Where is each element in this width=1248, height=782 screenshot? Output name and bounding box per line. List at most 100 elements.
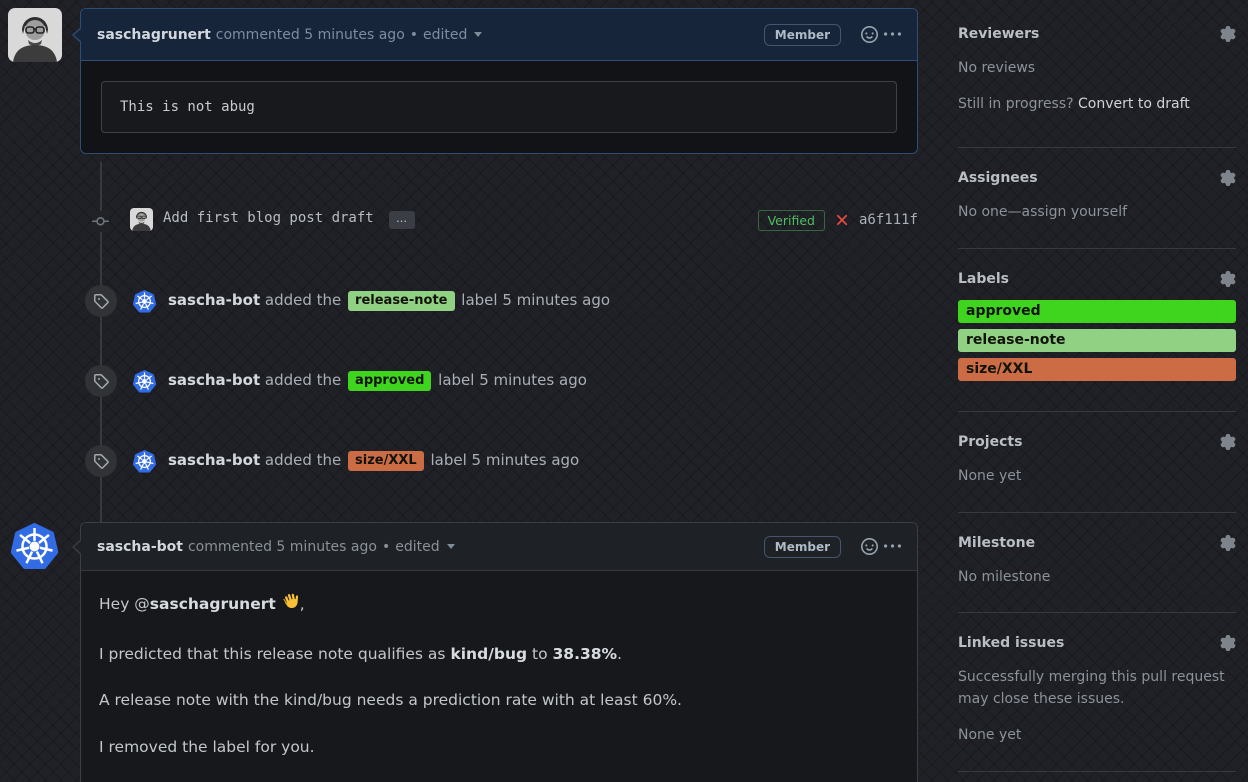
edited-dropdown[interactable]: edited bbox=[423, 27, 467, 43]
gear-icon[interactable] bbox=[1220, 635, 1236, 652]
comment-caret bbox=[72, 27, 82, 43]
event-author-link[interactable]: sascha-bot bbox=[168, 451, 260, 469]
label-event-row: sascha-bot added the approved label 5 mi… bbox=[80, 364, 918, 398]
gear-icon[interactable] bbox=[1220, 26, 1236, 42]
section-title: Projects bbox=[958, 434, 1023, 451]
commit-author-avatar[interactable] bbox=[130, 208, 153, 231]
edited-dropdown[interactable]: edited bbox=[395, 539, 439, 555]
tag-icon bbox=[85, 365, 117, 397]
chevron-down-icon[interactable] bbox=[446, 544, 455, 553]
label-event-row: sascha-bot added the release-note label … bbox=[80, 284, 918, 318]
comment-saschagrunert: saschagrunert commented 5 minutes ago • … bbox=[72, 8, 918, 154]
bot-avatar[interactable] bbox=[132, 450, 157, 473]
sidebar-label-release-note[interactable]: release-note bbox=[958, 329, 1236, 353]
sidebar-section-milestone: Milestone No milestone bbox=[958, 513, 1236, 614]
mention-link[interactable]: saschagrunert bbox=[150, 595, 276, 613]
event-text: sascha-bot added the release-note label … bbox=[168, 291, 610, 312]
section-title: Milestone bbox=[958, 534, 1036, 551]
text-run: Hey @ bbox=[99, 595, 150, 613]
tag-icon bbox=[85, 285, 117, 317]
sidebar-label-approved[interactable]: approved bbox=[958, 300, 1236, 324]
git-commit-icon bbox=[92, 211, 109, 232]
smiley-icon bbox=[861, 26, 878, 43]
section-title: Reviewers bbox=[958, 26, 1040, 42]
event-action: added the bbox=[264, 291, 342, 309]
text-run: . bbox=[617, 644, 622, 663]
text-run: , bbox=[299, 595, 305, 613]
member-badge: Member bbox=[763, 535, 841, 558]
emoji-reaction-button[interactable] bbox=[861, 26, 878, 43]
label-chip[interactable]: release-note bbox=[348, 291, 455, 311]
comment-paragraph: Hey @saschagrunert , bbox=[99, 593, 901, 617]
bold-text: 38.38% bbox=[552, 644, 618, 663]
comment-byline: saschagrunert commented 5 minutes ago • … bbox=[97, 27, 764, 43]
gear-icon[interactable] bbox=[1220, 534, 1236, 551]
text-run: I predicted that this release note quali… bbox=[99, 644, 451, 663]
comment-options-button[interactable] bbox=[884, 26, 901, 43]
milestone-empty-text: No milestone bbox=[958, 568, 1051, 585]
linked-issues-description: Successfully merging this pull request m… bbox=[958, 669, 1225, 708]
comment-paragraph: I predicted that this release note quali… bbox=[99, 645, 901, 664]
kebab-icon bbox=[884, 544, 901, 548]
section-title: Labels bbox=[958, 271, 1010, 288]
kubernetes-icon bbox=[132, 450, 157, 473]
verified-badge[interactable]: Verified bbox=[757, 209, 825, 231]
kubernetes-icon bbox=[132, 290, 157, 313]
comment-byline: sascha-bot commented 5 minutes ago • edi… bbox=[97, 539, 764, 555]
text-run: No one— bbox=[958, 204, 1022, 221]
sidebar-section-reviewers: Reviewers No reviews Still in progress? … bbox=[958, 0, 1236, 149]
bold-text: kind/bug bbox=[450, 644, 528, 663]
comment-sascha-bot: sascha-bot commented 5 minutes ago • edi… bbox=[72, 522, 918, 782]
convert-to-draft-link[interactable]: Convert to draft bbox=[1078, 96, 1190, 112]
emoji-reaction-button[interactable] bbox=[861, 538, 878, 555]
sidebar-section-linked-issues: Linked issues Successfully merging this … bbox=[958, 613, 1236, 772]
avatar-saschagrunert[interactable] bbox=[8, 8, 62, 62]
comment-header: sascha-bot commented 5 minutes ago • edi… bbox=[81, 523, 917, 571]
event-suffix: label 5 minutes ago bbox=[461, 291, 611, 309]
waving-hand-icon bbox=[281, 593, 300, 617]
kubernetes-icon bbox=[132, 370, 157, 393]
meta-bullet: • bbox=[381, 538, 391, 555]
comment-timestamp[interactable]: commented 5 minutes ago bbox=[216, 27, 405, 43]
gear-icon[interactable] bbox=[1220, 434, 1236, 451]
event-author-link[interactable]: sascha-bot bbox=[168, 291, 260, 309]
comment-body: This is not abug bbox=[81, 61, 917, 153]
commit-expand-button[interactable]: … bbox=[389, 211, 415, 229]
label-chip[interactable]: size/XXL bbox=[348, 451, 424, 471]
sidebar-label-size-xxl[interactable]: size/XXL bbox=[958, 358, 1236, 382]
commit-row: Add first blog post draft … Verified a6f… bbox=[80, 205, 918, 235]
projects-empty-text: None yet bbox=[958, 468, 1022, 485]
comment-paragraph: A release note with the kind/bug needs a… bbox=[99, 691, 682, 710]
sidebar-section-projects: Projects None yet bbox=[958, 412, 1236, 513]
avatar-sascha-bot[interactable] bbox=[10, 523, 59, 570]
assign-yourself-link[interactable]: assign yourself bbox=[1022, 204, 1127, 220]
linked-issues-empty-text: None yet bbox=[958, 726, 1022, 743]
text-run: to bbox=[527, 644, 553, 663]
code-block: This is not abug bbox=[101, 81, 897, 133]
commit-hash-link[interactable]: a6f111f bbox=[859, 212, 918, 228]
event-text: sascha-bot added the approved label 5 mi… bbox=[168, 371, 587, 392]
comment-author-link[interactable]: saschagrunert bbox=[97, 27, 211, 43]
gear-icon[interactable] bbox=[1220, 170, 1236, 187]
event-action: added the bbox=[264, 371, 342, 389]
kebab-icon bbox=[884, 32, 901, 36]
comment-header: saschagrunert commented 5 minutes ago • … bbox=[81, 9, 917, 61]
label-chip[interactable]: approved bbox=[348, 371, 432, 391]
comment-body: Hey @saschagrunert , I predicted that th… bbox=[81, 571, 917, 782]
event-author-link[interactable]: sascha-bot bbox=[168, 371, 260, 389]
comment-options-button[interactable] bbox=[884, 538, 901, 555]
sidebar-section-labels: Labels approved release-note size/XXL bbox=[958, 249, 1236, 413]
comment-timestamp[interactable]: commented 5 minutes ago bbox=[188, 539, 377, 555]
bot-avatar[interactable] bbox=[132, 290, 157, 313]
commit-message-link[interactable]: Add first blog post draft bbox=[163, 210, 374, 226]
chevron-down-icon[interactable] bbox=[474, 32, 483, 41]
status-failed-x-icon[interactable] bbox=[833, 211, 851, 229]
label-event-row: sascha-bot added the size/XXL label 5 mi… bbox=[80, 444, 918, 478]
gear-icon[interactable] bbox=[1220, 271, 1236, 288]
section-title: Linked issues bbox=[958, 635, 1065, 652]
section-title: Assignees bbox=[958, 170, 1038, 187]
text-run: Still in progress? bbox=[958, 95, 1074, 112]
bot-avatar[interactable] bbox=[132, 370, 157, 393]
comment-author-link[interactable]: sascha-bot bbox=[97, 539, 183, 555]
event-suffix: label 5 minutes ago bbox=[430, 451, 580, 469]
